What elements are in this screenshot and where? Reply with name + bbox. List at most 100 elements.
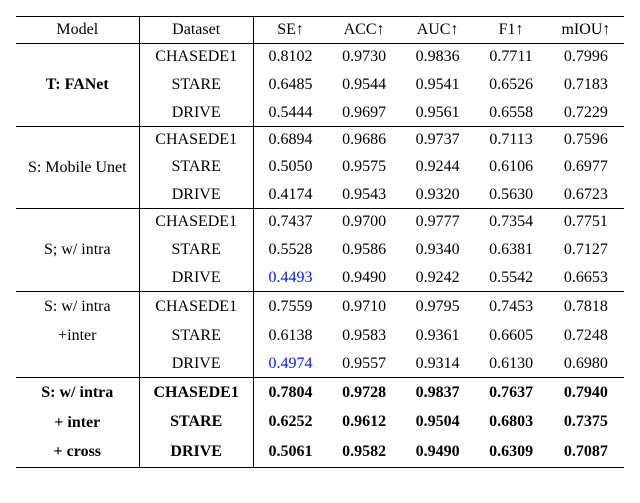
dataset-cell: STARE — [139, 321, 253, 351]
acc-cell: 0.9710 — [327, 291, 401, 321]
miou-cell: 0.7183 — [548, 70, 624, 100]
miou-cell: 0.6653 — [548, 265, 624, 292]
model-cell: + inter — [16, 408, 139, 438]
f1-cell: 0.6381 — [474, 235, 548, 265]
table-row: CHASEDE10.81020.97300.98360.77110.7996 — [16, 44, 624, 71]
acc-cell: 0.9697 — [327, 100, 401, 127]
table-row: S; w/ intraSTARE0.55280.95860.93400.6381… — [16, 235, 624, 265]
dataset-cell: DRIVE — [139, 182, 253, 209]
table-row: DRIVE0.54440.96970.95610.65580.7229 — [16, 100, 624, 127]
model-cell — [16, 126, 139, 153]
model-cell — [16, 209, 139, 236]
model-cell — [16, 100, 139, 127]
auc-cell: 0.9340 — [401, 235, 475, 265]
miou-cell: 0.7248 — [548, 321, 624, 351]
auc-cell: 0.9361 — [401, 321, 475, 351]
miou-cell: 0.7229 — [548, 100, 624, 127]
miou-cell: 0.7375 — [548, 408, 624, 438]
dataset-cell: DRIVE — [139, 100, 253, 127]
miou-cell: 0.7940 — [548, 377, 624, 407]
dataset-cell: CHASEDE1 — [139, 377, 253, 407]
acc-cell: 0.9728 — [327, 377, 401, 407]
acc-cell: 0.9543 — [327, 182, 401, 209]
miou-cell: 0.7818 — [548, 291, 624, 321]
model-cell: T: FANet — [16, 70, 139, 100]
model-cell: S: w/ intra — [16, 291, 139, 321]
f1-cell: 0.6605 — [474, 321, 548, 351]
table-row: CHASEDE10.68940.96860.97370.71130.7596 — [16, 126, 624, 153]
acc-cell: 0.9730 — [327, 44, 401, 71]
dataset-cell: DRIVE — [139, 437, 253, 467]
header-row: Model Dataset SE↑ ACC↑ AUC↑ F1↑ mIOU↑ — [16, 17, 624, 44]
auc-cell: 0.9561 — [401, 100, 475, 127]
model-cell: S: w/ intra — [16, 377, 139, 407]
miou-cell: 0.7751 — [548, 209, 624, 236]
f1-cell: 0.6309 — [474, 437, 548, 467]
se-cell: 0.5061 — [253, 437, 327, 467]
dataset-cell: STARE — [139, 70, 253, 100]
model-cell: S: Mobile Unet — [16, 153, 139, 183]
miou-cell: 0.7127 — [548, 235, 624, 265]
se-cell: 0.4493 — [253, 265, 327, 292]
model-cell: +inter — [16, 321, 139, 351]
f1-cell: 0.7453 — [474, 291, 548, 321]
se-cell: 0.5050 — [253, 153, 327, 183]
dataset-cell: CHASEDE1 — [139, 291, 253, 321]
acc-cell: 0.9582 — [327, 437, 401, 467]
f1-cell: 0.6130 — [474, 351, 548, 378]
auc-cell: 0.9244 — [401, 153, 475, 183]
f1-cell: 0.5542 — [474, 265, 548, 292]
f1-cell: 0.7354 — [474, 209, 548, 236]
f1-cell: 0.5630 — [474, 182, 548, 209]
col-dataset: Dataset — [139, 17, 253, 44]
dataset-cell: CHASEDE1 — [139, 126, 253, 153]
acc-cell: 0.9557 — [327, 351, 401, 378]
model-cell — [16, 265, 139, 292]
se-cell: 0.4174 — [253, 182, 327, 209]
acc-cell: 0.9700 — [327, 209, 401, 236]
miou-cell: 0.7596 — [548, 126, 624, 153]
auc-cell: 0.9836 — [401, 44, 475, 71]
auc-cell: 0.9737 — [401, 126, 475, 153]
miou-cell: 0.6980 — [548, 351, 624, 378]
auc-cell: 0.9314 — [401, 351, 475, 378]
se-cell: 0.6485 — [253, 70, 327, 100]
model-cell — [16, 44, 139, 71]
se-cell: 0.6894 — [253, 126, 327, 153]
f1-cell: 0.6803 — [474, 408, 548, 438]
table-row: + crossDRIVE0.50610.95820.94900.63090.70… — [16, 437, 624, 467]
acc-cell: 0.9583 — [327, 321, 401, 351]
se-cell: 0.4974 — [253, 351, 327, 378]
se-cell: 0.5444 — [253, 100, 327, 127]
table-row: + interSTARE0.62520.96120.95040.68030.73… — [16, 408, 624, 438]
f1-cell: 0.6526 — [474, 70, 548, 100]
col-acc: ACC↑ — [327, 17, 401, 44]
col-auc: AUC↑ — [401, 17, 475, 44]
se-cell: 0.8102 — [253, 44, 327, 71]
col-se: SE↑ — [253, 17, 327, 44]
table-row: T: FANetSTARE0.64850.95440.95410.65260.7… — [16, 70, 624, 100]
acc-cell: 0.9612 — [327, 408, 401, 438]
acc-cell: 0.9544 — [327, 70, 401, 100]
table-row: S: w/ intraCHASEDE10.75590.97100.97950.7… — [16, 291, 624, 321]
model-cell — [16, 182, 139, 209]
miou-cell: 0.7087 — [548, 437, 624, 467]
table-row: DRIVE0.41740.95430.93200.56300.6723 — [16, 182, 624, 209]
se-cell: 0.6138 — [253, 321, 327, 351]
f1-cell: 0.7637 — [474, 377, 548, 407]
auc-cell: 0.9777 — [401, 209, 475, 236]
table-row: S: Mobile UnetSTARE0.50500.95750.92440.6… — [16, 153, 624, 183]
se-cell: 0.6252 — [253, 408, 327, 438]
dataset-cell: DRIVE — [139, 265, 253, 292]
f1-cell: 0.7113 — [474, 126, 548, 153]
results-table: Model Dataset SE↑ ACC↑ AUC↑ F1↑ mIOU↑ CH… — [16, 16, 624, 468]
miou-cell: 0.6723 — [548, 182, 624, 209]
col-f1: F1↑ — [474, 17, 548, 44]
miou-cell: 0.7996 — [548, 44, 624, 71]
f1-cell: 0.6106 — [474, 153, 548, 183]
f1-cell: 0.7711 — [474, 44, 548, 71]
dataset-cell: DRIVE — [139, 351, 253, 378]
acc-cell: 0.9490 — [327, 265, 401, 292]
table-row: DRIVE0.44930.94900.92420.55420.6653 — [16, 265, 624, 292]
se-cell: 0.5528 — [253, 235, 327, 265]
